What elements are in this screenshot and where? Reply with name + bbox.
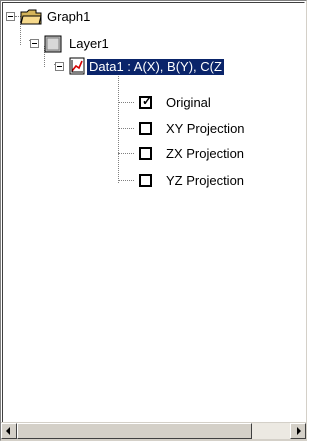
horizontal-scrollbar[interactable] <box>1 422 306 440</box>
collapse-icon[interactable] <box>55 62 64 71</box>
check-icon: ✓ <box>142 94 153 108</box>
tree-item-xy-projection[interactable]: XY Projection <box>1 119 245 141</box>
tree-item-original[interactable]: ✓ Original <box>1 93 211 115</box>
tree-view-panel: Graph1 Layer1 Data1 : A(X), B(Y), C(Z ✓ … <box>0 0 307 441</box>
tree-node-layer[interactable]: Layer1 <box>1 34 201 56</box>
tree-view: Graph1 Layer1 Data1 : A(X), B(Y), C(Z ✓ … <box>1 1 306 423</box>
layer-icon <box>44 35 62 53</box>
checkbox-yz-projection[interactable] <box>139 174 152 187</box>
graph-label: Graph1 <box>47 9 91 24</box>
checkbox-original[interactable]: ✓ <box>139 94 153 109</box>
tree-item-yz-projection[interactable]: YZ Projection <box>1 171 244 193</box>
item-label: YZ Projection <box>166 173 245 188</box>
data-label: Data1 : A(X), B(Y), C(Z <box>87 59 224 75</box>
scroll-right-button[interactable] <box>290 423 306 439</box>
scroll-left-button[interactable] <box>1 423 17 439</box>
arrow-left-icon <box>6 427 10 435</box>
checkbox-zx-projection[interactable] <box>139 147 152 160</box>
folder-icon <box>20 9 42 25</box>
layer-label: Layer1 <box>69 36 109 51</box>
item-label: ZX Projection <box>166 146 245 161</box>
collapse-icon[interactable] <box>30 39 39 48</box>
plot-icon <box>69 57 85 75</box>
collapse-icon[interactable] <box>6 12 15 21</box>
scroll-thumb[interactable] <box>17 423 252 439</box>
tree-node-data[interactable]: Data1 : A(X), B(Y), C(Z <box>1 56 306 78</box>
item-label: XY Projection <box>166 121 245 136</box>
arrow-right-icon <box>297 427 301 435</box>
tree-item-zx-projection[interactable]: ZX Projection <box>1 144 244 166</box>
checkbox-xy-projection[interactable] <box>139 122 152 135</box>
item-label: Original <box>166 95 211 110</box>
tree-node-graph[interactable]: Graph1 <box>1 6 201 28</box>
